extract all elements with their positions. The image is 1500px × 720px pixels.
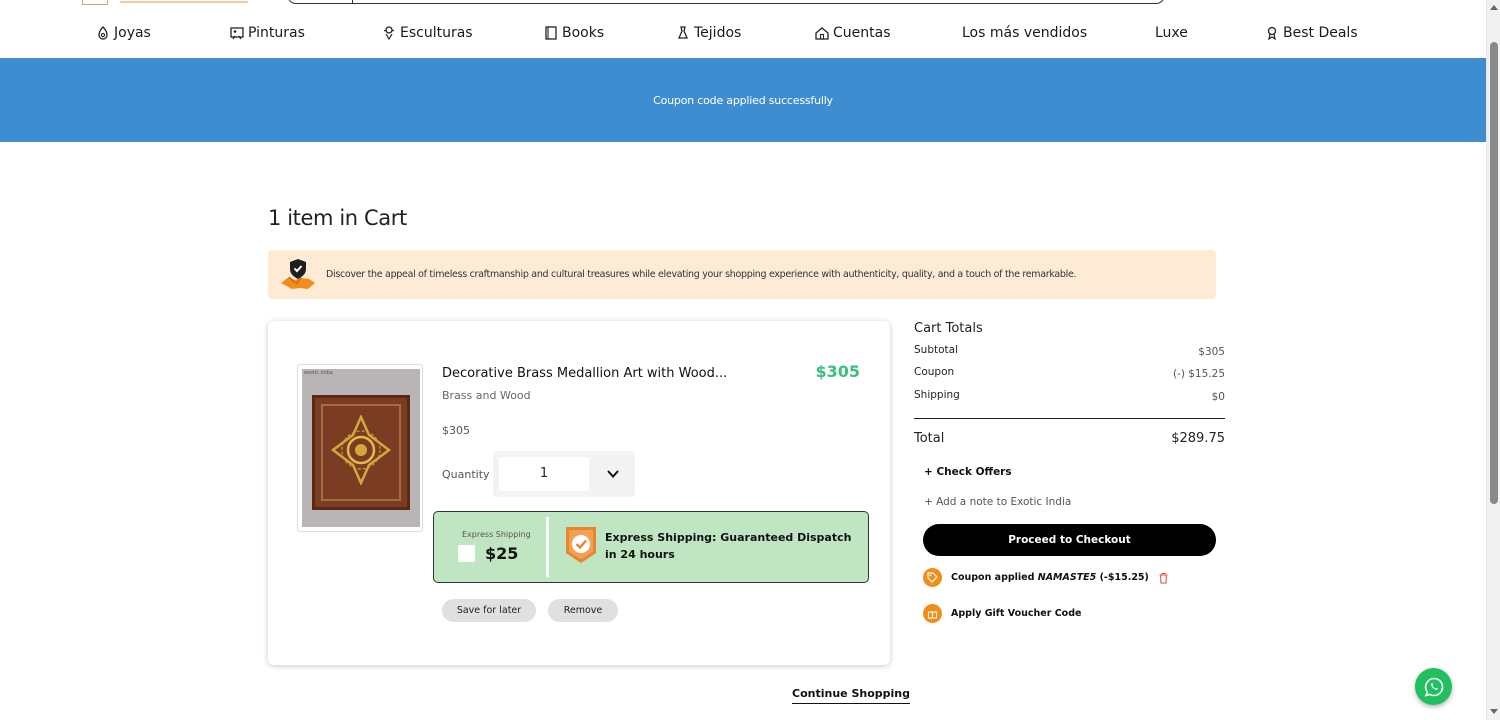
category-nav: Joyas Pinturas Esculturas Books Tejidos … xyxy=(0,14,1486,54)
nav-item-best-sellers[interactable]: Los más vendidos xyxy=(962,22,1087,44)
nav-label: Luxe xyxy=(1155,25,1188,41)
trust-banner: Discover the appeal of timeless craftman… xyxy=(268,250,1216,299)
thumbnail-brand: exotic india xyxy=(304,370,333,376)
header-fragment xyxy=(0,0,1486,8)
beads-icon xyxy=(815,27,829,40)
tag-icon xyxy=(923,568,942,587)
coupon-amount: (-$15.25) xyxy=(1099,572,1149,583)
coupon-success-banner: Coupon code applied successfully xyxy=(0,58,1486,142)
continue-shopping-link[interactable]: Continue Shopping xyxy=(792,687,910,704)
whatsapp-chat-button[interactable] xyxy=(1415,668,1452,705)
gift-icon xyxy=(923,604,942,623)
quantity-value[interactable]: 1 xyxy=(499,457,589,491)
quantity-label: Quantity xyxy=(442,468,490,481)
shipping-label: Shipping xyxy=(914,389,960,401)
nav-item-cuentas[interactable]: Cuentas xyxy=(814,22,891,44)
subtotal-label: Subtotal xyxy=(914,344,958,356)
add-note-toggle[interactable]: + Add a note to Exotic India xyxy=(924,496,1071,508)
coupon-label: Coupon xyxy=(914,366,955,378)
cart-title: 1 item in Cart xyxy=(268,206,407,230)
nav-label: Joyas xyxy=(114,25,151,41)
nav-label: Pinturas xyxy=(248,25,305,41)
cart-item-card: exotic india Decorative Brass Medallion … xyxy=(268,321,890,665)
coupon-value: (-) $15.25 xyxy=(1172,368,1225,380)
plus-icon: + xyxy=(924,496,937,508)
product-price-highlight: $305 xyxy=(815,362,860,381)
trash-icon[interactable] xyxy=(1158,572,1169,584)
total-value: $289.75 xyxy=(1171,431,1225,446)
express-shipping-box: Express Shipping $25 Express Shipping: G… xyxy=(433,511,869,583)
express-divider xyxy=(546,517,549,577)
sculpture-icon xyxy=(383,26,395,41)
nav-label: Tejidos xyxy=(694,25,742,41)
coupon-code: NAMASTE5 xyxy=(1037,572,1097,583)
product-material: Brass and Wood xyxy=(442,389,531,402)
banner-message: Coupon code applied successfully xyxy=(653,93,833,107)
trust-message: Discover the appeal of timeless craftman… xyxy=(326,269,1077,280)
remove-button[interactable]: Remove xyxy=(548,599,618,622)
product-name[interactable]: Decorative Brass Medallion Art with Wood… xyxy=(442,366,727,381)
nav-item-esculturas[interactable]: Esculturas xyxy=(381,22,473,44)
nav-label: Cuentas xyxy=(833,25,891,41)
add-note-label: Add a note to Exotic India xyxy=(936,496,1072,508)
site-logo[interactable] xyxy=(82,0,252,6)
scroll-down-arrow[interactable] xyxy=(1490,709,1498,714)
express-shipping-description: Express Shipping: Guaranteed Dispatch in… xyxy=(605,531,852,561)
chevron-down-icon[interactable] xyxy=(605,466,621,482)
nav-item-best-deals[interactable]: Best Deals xyxy=(1264,22,1358,44)
nav-label: Esculturas xyxy=(400,25,473,41)
whatsapp-icon xyxy=(1424,677,1443,697)
express-shipping-label: Express Shipping xyxy=(462,530,531,539)
painting-icon xyxy=(230,27,244,40)
nav-item-tejidos[interactable]: Tejidos xyxy=(675,22,741,44)
check-offers-toggle[interactable]: + Check Offers xyxy=(924,466,1012,478)
total-row: Total $289.75 xyxy=(914,431,1225,446)
express-shipping-price: $25 xyxy=(485,544,519,563)
textile-icon xyxy=(678,26,688,39)
coupon-applied-line: Coupon applied NAMASTE5 (-$15.25) xyxy=(923,568,1169,587)
proceed-to-checkout-button[interactable]: Proceed to Checkout xyxy=(923,524,1216,556)
shipping-row: Shipping $0 xyxy=(914,389,1225,403)
nav-label: Best Deals xyxy=(1283,25,1358,41)
nav-item-books[interactable]: Books xyxy=(543,22,604,44)
apply-gift-voucher-link[interactable]: Apply Gift Voucher Code xyxy=(923,604,1081,623)
dispatch-badge-icon xyxy=(566,527,596,563)
totals-divider xyxy=(914,418,1225,419)
nav-item-joyas[interactable]: Joyas xyxy=(95,22,151,44)
plus-icon: + xyxy=(924,466,937,478)
cart-totals-title: Cart Totals xyxy=(914,321,983,336)
subtotal-row: Subtotal $305 xyxy=(914,344,1225,358)
scroll-up-arrow[interactable] xyxy=(1490,5,1498,10)
search-bar[interactable] xyxy=(287,0,1165,4)
nav-item-pinturas[interactable]: Pinturas xyxy=(229,22,305,44)
ribbon-icon xyxy=(1267,26,1277,41)
quantity-select[interactable]: 1 xyxy=(493,451,635,497)
save-for-later-button[interactable]: Save for later xyxy=(442,599,536,622)
shipping-value: $0 xyxy=(1211,391,1225,403)
nav-label: Los más vendidos xyxy=(962,25,1088,41)
nav-label: Books xyxy=(562,25,605,41)
product-thumbnail[interactable]: exotic india xyxy=(297,364,423,532)
handshake-shield-icon xyxy=(281,258,315,289)
scrollbar-thumb[interactable] xyxy=(1490,42,1498,504)
express-shipping-checkbox[interactable] xyxy=(458,545,475,562)
subtotal-value: $305 xyxy=(1198,346,1225,358)
gift-voucher-label: Apply Gift Voucher Code xyxy=(951,608,1082,619)
nav-item-luxe[interactable]: Luxe xyxy=(1155,22,1188,44)
page-scrollbar[interactable] xyxy=(1486,0,1500,720)
check-offers-label: Check Offers xyxy=(936,466,1012,478)
coupon-applied-prefix: Coupon applied xyxy=(951,572,1035,583)
gem-icon xyxy=(98,26,108,40)
coupon-row: Coupon (-) $15.25 xyxy=(914,366,1225,380)
product-unit-price: $305 xyxy=(442,424,470,437)
book-icon xyxy=(545,26,557,40)
total-label: Total xyxy=(914,431,945,446)
